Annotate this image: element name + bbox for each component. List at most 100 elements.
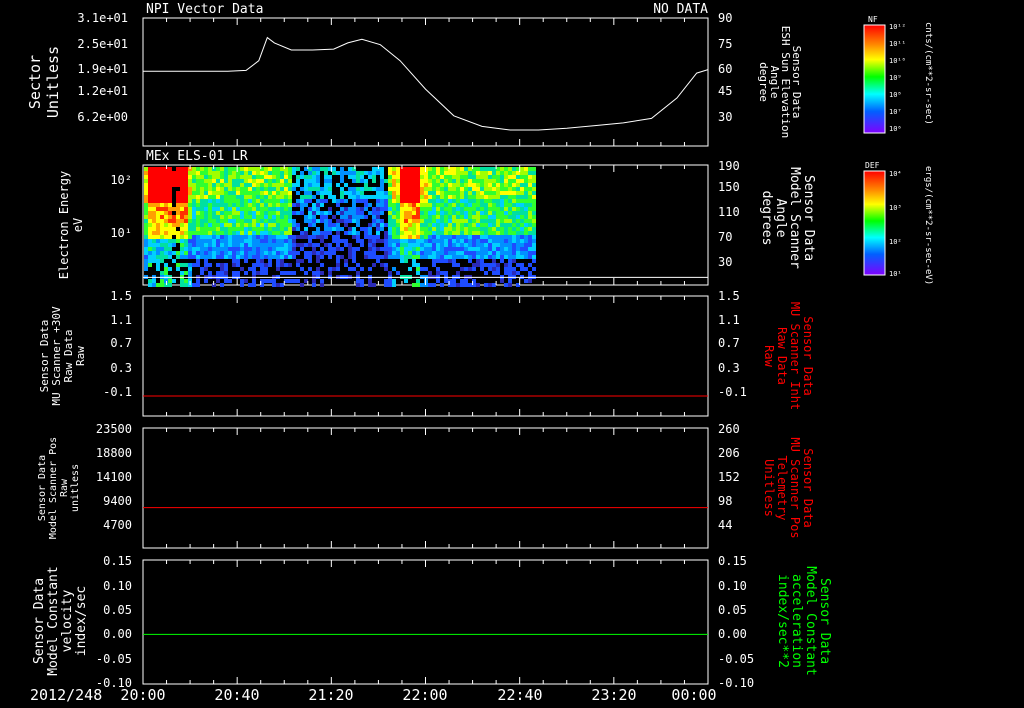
- spectrogram-cell: [144, 227, 148, 231]
- spectrogram-cell: [164, 215, 168, 219]
- spectrogram-cell: [376, 247, 380, 251]
- spectrogram-cell: [400, 223, 404, 227]
- spectrogram-cell: [260, 199, 264, 203]
- spectrogram-cell: [296, 263, 300, 267]
- spectrogram-cell: [408, 187, 412, 191]
- spectrogram-cell: [500, 223, 504, 227]
- spectrogram-cell: [472, 231, 476, 235]
- spectrogram-cell: [532, 243, 536, 247]
- spectrogram-cell: [288, 223, 292, 227]
- spectrogram-cell: [400, 179, 404, 183]
- spectrogram-cell: [432, 175, 436, 179]
- spectrogram-cell: [504, 167, 508, 171]
- spectrogram-cell: [252, 239, 256, 243]
- spectrogram-cell: [160, 259, 164, 263]
- spectrogram-cell: [460, 211, 464, 215]
- spectrogram-cell: [468, 231, 472, 235]
- spectrogram-cell: [532, 231, 536, 235]
- spectrogram-cell: [248, 207, 252, 211]
- spectrogram-cell: [284, 235, 288, 239]
- spectrogram-cell: [296, 243, 300, 247]
- tick-label: 18800: [96, 446, 132, 460]
- colorbar-tick: 10⁹: [889, 74, 902, 82]
- spectrogram-cell: [456, 203, 460, 207]
- spectrogram-cell: [268, 187, 272, 191]
- spectrogram-cell: [184, 219, 188, 223]
- spectrogram-cell: [344, 199, 348, 203]
- spectrogram-cell: [240, 203, 244, 207]
- colorbar-unit: cnts/(cm**2-sr-sec): [923, 22, 933, 125]
- spectrogram-cell: [456, 223, 460, 227]
- spectrogram-cell: [492, 259, 496, 263]
- spectrogram-cell: [252, 283, 256, 287]
- spectrogram-cell: [440, 251, 444, 255]
- spectrogram-cell: [248, 203, 252, 207]
- spectrogram-cell: [304, 203, 308, 207]
- spectrogram-cell: [348, 171, 352, 175]
- spectrogram-cell: [356, 175, 360, 179]
- spectrogram-cell: [456, 167, 460, 171]
- spectrogram-cell: [316, 271, 320, 275]
- spectrogram-cell: [312, 251, 316, 255]
- spectrogram-cell: [376, 215, 380, 219]
- spectrogram-cell: [208, 167, 212, 171]
- spectrogram-cell: [432, 263, 436, 267]
- spectrogram-cell: [352, 255, 356, 259]
- spectrogram-cell: [396, 171, 400, 175]
- spectrogram-cell: [304, 235, 308, 239]
- spectrogram-cell: [280, 227, 284, 231]
- spectrogram-cell: [488, 203, 492, 207]
- spectrogram-cell: [364, 207, 368, 211]
- spectrogram-cell: [188, 195, 192, 199]
- spectrogram-cell: [492, 271, 496, 275]
- spectrogram-cell: [208, 191, 212, 195]
- spectrogram-cell: [228, 195, 232, 199]
- spectrogram-cell: [296, 251, 300, 255]
- spectrogram-cell: [488, 247, 492, 251]
- spectrogram-cell: [376, 199, 380, 203]
- spectrogram-cell: [396, 223, 400, 227]
- spectrogram-cell: [464, 235, 468, 239]
- spectrogram-cell: [152, 239, 156, 243]
- spectrogram-cell: [440, 211, 444, 215]
- spectrogram-cell: [280, 219, 284, 223]
- spectrogram-cell: [412, 219, 416, 223]
- spectrogram-cell: [420, 195, 424, 199]
- spectrogram-cell: [500, 227, 504, 231]
- spectrogram-cell: [232, 215, 236, 219]
- spectrogram-cell: [320, 255, 324, 259]
- spectrogram-cell: [280, 191, 284, 195]
- spectrogram-cell: [268, 191, 272, 195]
- spectrogram-cell: [184, 171, 188, 175]
- spectrogram-cell: [416, 243, 420, 247]
- spectrogram-cell: [296, 203, 300, 207]
- spectrogram-cell: [404, 207, 408, 211]
- spectrogram-cell: [532, 207, 536, 211]
- spectrogram-cell: [460, 183, 464, 187]
- spectrogram-cell: [236, 167, 240, 171]
- spectrogram-cell: [256, 171, 260, 175]
- spectrogram-cell: [252, 279, 256, 283]
- spectrogram-cell: [148, 235, 152, 239]
- spectrogram-cell: [444, 211, 448, 215]
- spectrogram-cell: [248, 195, 252, 199]
- spectrogram-cell: [272, 167, 276, 171]
- spectrogram-cell: [388, 199, 392, 203]
- spectrogram-cell: [240, 247, 244, 251]
- spectrogram-cell: [280, 195, 284, 199]
- spectrogram-cell: [156, 207, 160, 211]
- spectrogram-cell: [484, 215, 488, 219]
- spectrogram-cell: [340, 215, 344, 219]
- spectrogram-cell: [528, 199, 532, 203]
- spectrogram-cell: [252, 227, 256, 231]
- colorbar-tick: 10⁷: [889, 108, 902, 116]
- spectrogram-cell: [412, 215, 416, 219]
- spectrogram-cell: [332, 267, 336, 271]
- spectrogram-cell: [268, 247, 272, 251]
- spectrogram-cell: [424, 207, 428, 211]
- spectrogram-cell: [508, 239, 512, 243]
- spectrogram-cell: [244, 247, 248, 251]
- spectrogram-cell: [416, 207, 420, 211]
- spectrogram-cell: [452, 247, 456, 251]
- spectrogram-cell: [452, 175, 456, 179]
